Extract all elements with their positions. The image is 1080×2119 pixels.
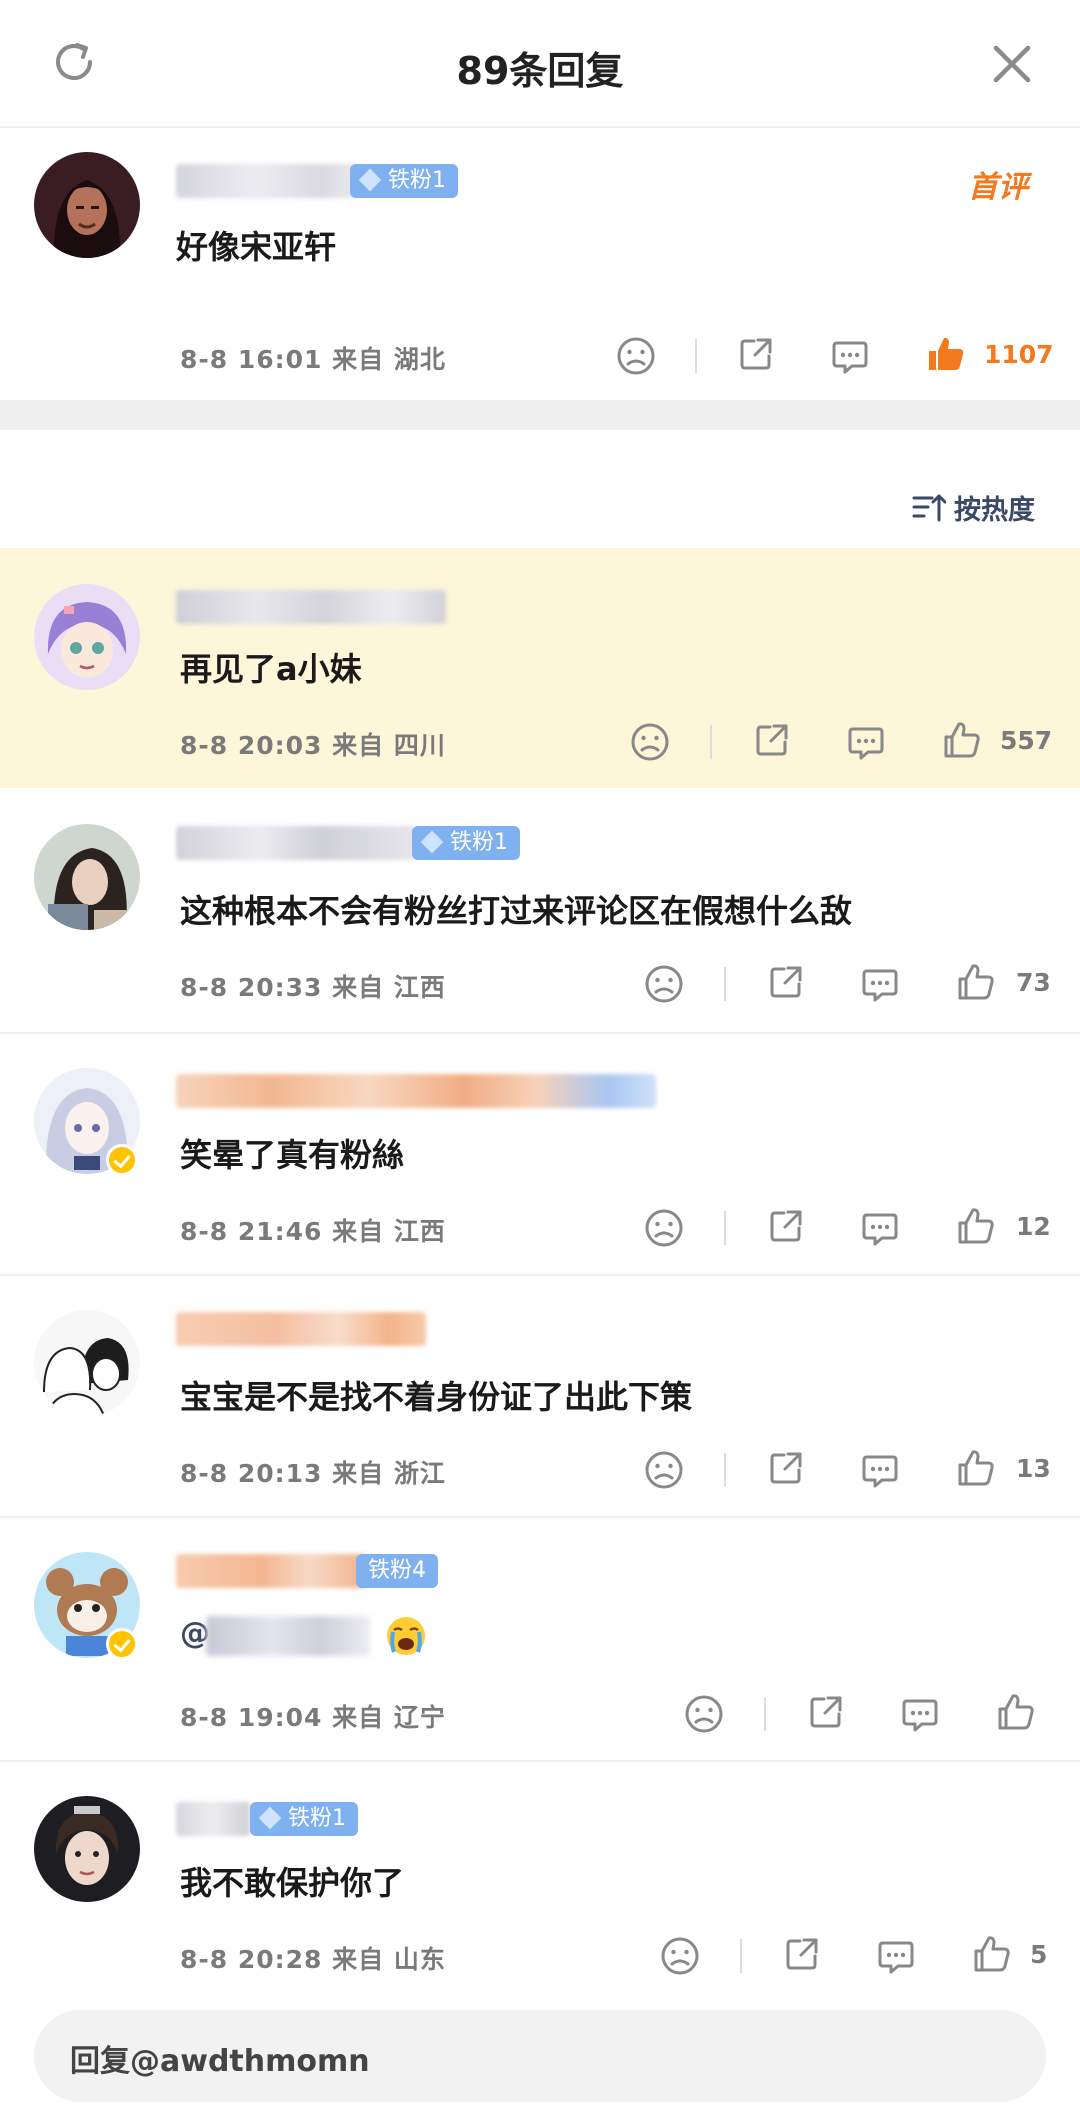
like-icon[interactable] (954, 1204, 998, 1248)
fan-badge: 铁粉1 (250, 1802, 358, 1836)
like-count: 13 (1016, 1454, 1051, 1483)
comment-meta: 8-8 20:03 来自 四川 (180, 731, 446, 760)
reply-item: 铁粉4 @ 8-8 19:04 来自 辽宁 (0, 1518, 1080, 1760)
reply-item: 宝宝是不是找不着身份证了出此下策 8-8 20:13 来自 浙江 13 (0, 1276, 1080, 1516)
comment-icon[interactable] (858, 1448, 902, 1492)
reply-item: 铁粉1 这种根本不会有粉丝打过来评论区在假想什么敌 8-8 20:33 来自 江… (0, 790, 1080, 1032)
share-icon[interactable] (780, 1932, 824, 1976)
comment-icon[interactable] (828, 334, 872, 378)
fan-badge: 铁粉1 (412, 826, 520, 860)
comment-text: 我不敢保护你了 (180, 1864, 405, 1902)
dislike-icon[interactable] (628, 720, 672, 764)
dislike-icon[interactable] (682, 1692, 726, 1736)
comment-icon[interactable] (858, 962, 902, 1006)
avatar[interactable] (34, 1796, 140, 1902)
comment-icon[interactable] (874, 1934, 918, 1978)
reply-item: 再见了a小妹 8-8 20:03 来自 四川 557 (0, 548, 1080, 788)
comment-meta: 8-8 21:46 来自 江西 (180, 1217, 446, 1246)
avatar[interactable] (34, 1310, 140, 1416)
avatar[interactable] (34, 152, 140, 258)
comment-meta: 8-8 20:33 来自 江西 (180, 973, 446, 1002)
mention-blurred[interactable] (206, 1616, 370, 1656)
dislike-icon[interactable] (658, 1934, 702, 1978)
share-icon[interactable] (764, 960, 808, 1004)
divider (710, 725, 712, 759)
reply-sheet: 89条回复 铁粉1 首评 好像宋亚轩 8-8 16:01 来自 湖北 1107 … (0, 0, 1080, 2119)
share-icon[interactable] (734, 332, 778, 376)
dislike-icon[interactable] (642, 1448, 686, 1492)
username-blurred[interactable] (176, 1312, 426, 1346)
username-blurred[interactable] (176, 164, 356, 198)
root-comment: 铁粉1 首评 好像宋亚轩 8-8 16:01 来自 湖北 1107 (0, 130, 1080, 400)
close-icon[interactable] (988, 40, 1036, 88)
reply-input-placeholder: 回复@awdthmomn (70, 2044, 370, 2079)
dislike-icon[interactable] (642, 962, 686, 1006)
divider (724, 1211, 726, 1245)
comment-meta: 8-8 20:28 来自 山东 (180, 1945, 446, 1974)
comment-meta: 8-8 20:13 来自 浙江 (180, 1459, 446, 1488)
comment-icon[interactable] (858, 1206, 902, 1250)
username-blurred[interactable] (176, 1802, 250, 1836)
comment-icon[interactable] (898, 1692, 942, 1736)
avatar[interactable] (34, 824, 140, 930)
dislike-icon[interactable] (614, 334, 658, 378)
like-icon[interactable] (994, 1690, 1038, 1734)
comment-text: 好像宋亚轩 (176, 228, 337, 266)
comment-meta: 8-8 19:04 来自 辽宁 (180, 1703, 446, 1732)
comment-meta: 8-8 16:01 来自 湖北 (180, 345, 446, 374)
section-divider (0, 400, 1080, 430)
reply-item: 笑晕了真有粉絲 8-8 21:46 来自 江西 12 (0, 1034, 1080, 1274)
username-blurred[interactable] (176, 1554, 366, 1588)
comment-text: 笑晕了真有粉絲 (180, 1136, 405, 1174)
like-icon[interactable] (940, 718, 984, 762)
reply-input[interactable]: 回复@awdthmomn (34, 2010, 1046, 2102)
share-icon[interactable] (750, 718, 794, 762)
divider (724, 1453, 726, 1487)
sort-icon (912, 494, 946, 522)
reply-item: 铁粉1 我不敢保护你了 8-8 20:28 来自 山东 5 (0, 1762, 1080, 2002)
fan-badge: 铁粉1 (350, 164, 458, 198)
avatar[interactable] (34, 584, 140, 690)
like-icon[interactable] (954, 960, 998, 1004)
sort-label: 按热度 (954, 495, 1035, 526)
divider (764, 1697, 766, 1731)
sheet-title: 89条回复 (456, 49, 624, 93)
share-icon[interactable] (764, 1204, 808, 1248)
like-filled-icon[interactable] (924, 332, 968, 376)
divider (740, 1939, 742, 1973)
like-count: 1107 (984, 340, 1054, 369)
like-count: 5 (1030, 1940, 1048, 1969)
username-blurred[interactable] (176, 1074, 656, 1108)
fan-badge: 铁粉4 (356, 1554, 438, 1588)
divider (724, 967, 726, 1001)
sheet-header: 89条回复 (0, 0, 1080, 128)
share-icon[interactable] (804, 1690, 848, 1734)
first-comment-tag: 首评 (968, 170, 1028, 205)
divider (695, 339, 697, 373)
comment-text: 再见了a小妹 (180, 650, 362, 688)
dislike-icon[interactable] (642, 1206, 686, 1250)
like-count: 12 (1016, 1212, 1051, 1241)
like-count: 73 (1016, 968, 1051, 997)
share-icon[interactable] (764, 1446, 808, 1490)
like-icon[interactable] (970, 1932, 1014, 1976)
verified-badge-icon (106, 1144, 138, 1176)
username-blurred[interactable] (176, 826, 416, 860)
comment-text: 这种根本不会有粉丝打过来评论区在假想什么敌 (180, 892, 853, 930)
like-count: 557 (1000, 726, 1053, 755)
comment-icon[interactable] (844, 720, 888, 764)
like-icon[interactable] (954, 1446, 998, 1490)
username-blurred[interactable] (176, 590, 446, 624)
crying-emoji-icon (387, 1617, 425, 1655)
verified-badge-icon (106, 1628, 138, 1660)
comment-text: 宝宝是不是找不着身份证了出此下策 (180, 1378, 693, 1416)
